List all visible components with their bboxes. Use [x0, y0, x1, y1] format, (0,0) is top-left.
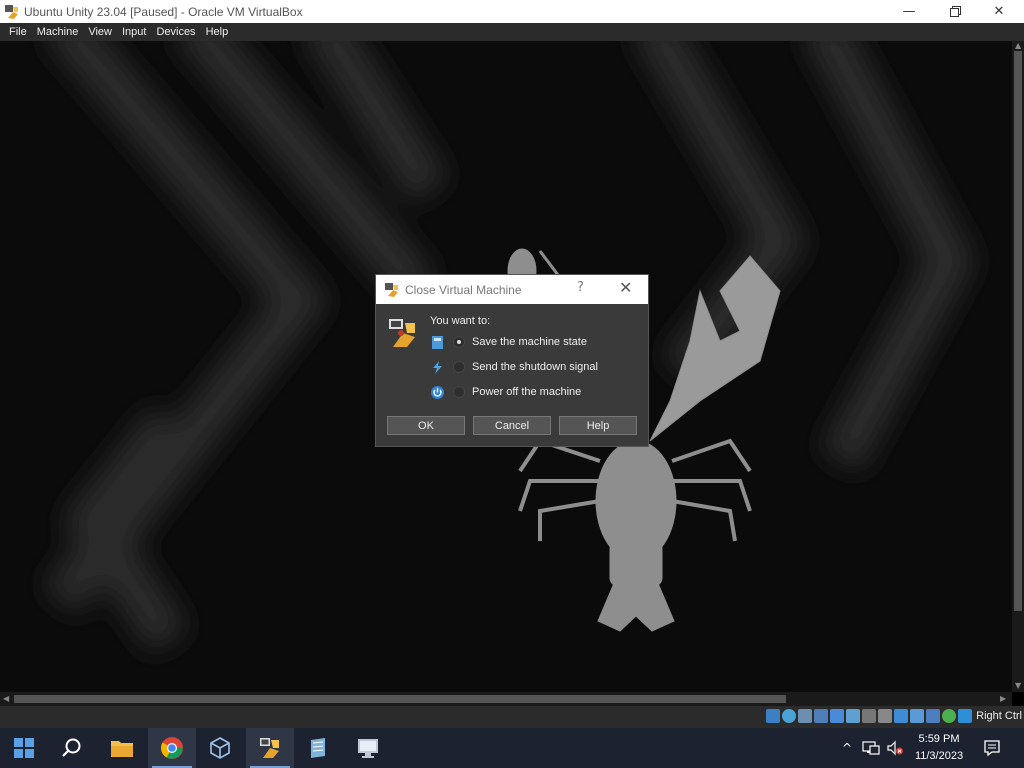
radio-shutdown-signal[interactable]: [453, 361, 465, 373]
keyboard-capture-icon[interactable]: [958, 709, 972, 723]
close-icon: ✕: [993, 4, 1005, 19]
recording-icon[interactable]: [878, 709, 892, 723]
horizontal-scrollbar[interactable]: ◀ ▶: [0, 692, 1012, 706]
menu-view[interactable]: View: [83, 26, 117, 38]
notepad-icon: [311, 738, 325, 758]
radio-power-off[interactable]: [453, 386, 465, 398]
action-center-button[interactable]: [974, 728, 1010, 768]
horizontal-scroll-thumb[interactable]: [14, 695, 786, 703]
window-titlebar: Ubuntu Unity 23.04 [Paused] - Oracle VM …: [0, 0, 1024, 23]
guest-additions-icon[interactable]: [942, 709, 956, 723]
audio-icon[interactable]: [798, 709, 812, 723]
scroll-right-icon[interactable]: ▶: [1000, 694, 1006, 703]
search-icon: [62, 738, 81, 757]
power-icon: [431, 385, 444, 399]
menu-devices[interactable]: Devices: [151, 26, 200, 38]
menu-file[interactable]: File: [4, 26, 32, 38]
windows-taskbar: ^ 5:59 PM 11/3/2023: [0, 728, 1024, 768]
window-title: Ubuntu Unity 23.04 [Paused] - Oracle VM …: [24, 4, 303, 19]
vertical-scrollbar[interactable]: ▲ ▼: [1012, 41, 1024, 692]
taskbar-file-explorer[interactable]: [98, 728, 146, 768]
dialog-close-icon[interactable]: ✕: [619, 278, 632, 297]
ok-button[interactable]: OK: [387, 416, 465, 435]
minimize-button[interactable]: —: [886, 0, 932, 23]
dialog-title: Close Virtual Machine: [405, 282, 522, 297]
save-state-icon: [432, 335, 443, 349]
close-vm-dialog: Close Virtual Machine ? ✕ You want to: S…: [375, 274, 649, 447]
dialog-titlebar: Close Virtual Machine ? ✕: [376, 275, 648, 304]
usb-icon[interactable]: [830, 709, 844, 723]
restore-icon: [949, 6, 961, 17]
vm-status-bar: Right Ctrl: [0, 706, 1024, 728]
menu-input[interactable]: Input: [117, 26, 151, 38]
scroll-down-icon[interactable]: ▼: [1015, 681, 1021, 690]
shared-folders-icon[interactable]: [846, 709, 860, 723]
status-indicators: [766, 709, 972, 723]
restore-button[interactable]: [932, 0, 978, 23]
clock-date: 11/3/2023: [914, 750, 964, 762]
virtualbox-dialog-icon: [385, 282, 398, 297]
dialog-prompt: You want to:: [430, 315, 491, 327]
minimize-icon: —: [902, 4, 916, 19]
network-icon[interactable]: [814, 709, 828, 723]
system-tray: ^: [838, 728, 904, 768]
display-icon[interactable]: [862, 709, 876, 723]
dialog-help-icon[interactable]: ?: [577, 280, 584, 295]
option-power-off[interactable]: Power off the machine: [430, 383, 581, 401]
optical-drive-icon[interactable]: [782, 709, 796, 723]
start-button[interactable]: [0, 728, 48, 768]
cpu-icon[interactable]: [926, 709, 940, 723]
scroll-up-icon[interactable]: ▲: [1015, 41, 1021, 50]
option-shutdown-signal[interactable]: Send the shutdown signal: [430, 358, 598, 376]
taskbar-app-notepad[interactable]: [294, 728, 342, 768]
menu-machine[interactable]: Machine: [32, 26, 84, 38]
hard-disk-icon[interactable]: [766, 709, 780, 723]
clock-time: 5:59 PM: [918, 733, 960, 745]
drag-drop-icon[interactable]: [910, 709, 924, 723]
option-shutdown-signal-label: Send the shutdown signal: [472, 361, 598, 373]
taskbar-clock[interactable]: 5:59 PM 11/3/2023: [904, 731, 974, 765]
taskbar-virtualbox-vm[interactable]: [246, 728, 294, 768]
network-tray-icon[interactable]: [862, 740, 880, 756]
option-save-state[interactable]: Save the machine state: [430, 333, 587, 351]
virtualbox-large-icon: [389, 319, 415, 347]
chrome-icon: [161, 737, 183, 759]
option-save-state-label: Save the machine state: [472, 336, 587, 348]
taskbar-app-remote-desktop[interactable]: [344, 728, 392, 768]
cancel-button[interactable]: Cancel: [473, 416, 551, 435]
option-power-off-label: Power off the machine: [472, 386, 582, 398]
vertical-scroll-thumb[interactable]: [1014, 51, 1022, 611]
host-key-label: Right Ctrl: [976, 710, 1022, 722]
menu-help[interactable]: Help: [201, 26, 234, 38]
screen-icon[interactable]: [894, 709, 908, 723]
taskbar-virtualbox-manager[interactable]: [196, 728, 244, 768]
shutdown-signal-icon: [433, 360, 442, 374]
help-button[interactable]: Help: [559, 416, 637, 435]
virtualbox-vm-icon: [260, 738, 279, 758]
scroll-left-icon[interactable]: ◀: [3, 694, 9, 703]
dialog-body: You want to: Save the machine state Send…: [376, 304, 648, 446]
taskbar-chrome[interactable]: [148, 728, 196, 768]
show-hidden-icons-icon[interactable]: ^: [838, 741, 856, 755]
remote-desktop-icon: [358, 739, 378, 758]
virtualbox-cube-icon: [210, 737, 230, 759]
volume-muted-icon[interactable]: [886, 740, 904, 756]
search-button[interactable]: [48, 728, 96, 768]
windows-start-icon: [14, 738, 34, 758]
close-window-button[interactable]: ✕: [976, 0, 1022, 23]
menu-bar: File Machine View Input Devices Help: [0, 23, 1024, 41]
virtualbox-app-icon: [5, 4, 18, 19]
radio-save-state[interactable]: [453, 336, 465, 348]
folder-icon: [111, 741, 133, 757]
notification-icon: [984, 740, 1000, 757]
